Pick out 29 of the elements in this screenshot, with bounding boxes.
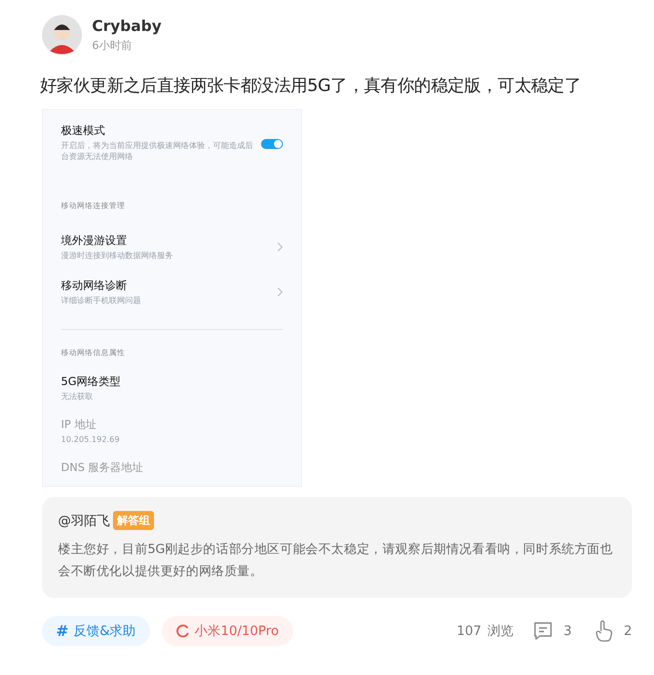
tag-label: 小米10/10Pro bbox=[194, 623, 279, 640]
setting-value: 10.205.192.69 bbox=[61, 434, 121, 445]
author-name[interactable]: Crybaby bbox=[92, 17, 162, 35]
post-time: 6小时前 bbox=[92, 38, 133, 53]
hash-icon: # bbox=[56, 622, 69, 640]
settings-row[interactable]: 移动网络诊断 详细诊断手机联网问题 bbox=[61, 266, 283, 311]
refresh-icon bbox=[176, 624, 190, 638]
setting-value: 无法获取 bbox=[61, 391, 94, 402]
view-count: 107 bbox=[456, 624, 482, 638]
avatar bbox=[42, 15, 82, 55]
reply-text: 楼主您好，目前5G刚起步的话部分地区可能会不太稳定，请观察后期情况看看呐，同时系统方面也会不断优化以提供更好的网络质量。 bbox=[58, 540, 614, 580]
setting-description: 开启后，将为当前应用提供极速网络体验，可能造成后台资源无法使用网络 bbox=[61, 140, 253, 162]
comment-count[interactable]: 3 bbox=[563, 624, 572, 638]
setting-title: DNS 服务器地址 bbox=[61, 460, 144, 475]
mention-link[interactable]: @羽陌飞 bbox=[58, 512, 110, 530]
comment-icon bbox=[533, 621, 554, 641]
chevron-icon bbox=[277, 242, 283, 252]
setting-title: 极速模式 bbox=[61, 123, 106, 138]
toggle-switch[interactable] bbox=[261, 139, 283, 149]
like-count[interactable]: 2 bbox=[624, 624, 632, 638]
chevron-icon bbox=[277, 287, 283, 297]
role-badge: 解答组 bbox=[113, 511, 154, 530]
setting-title: 5G网络类型 bbox=[61, 374, 122, 389]
setting-title: IP 地址 bbox=[61, 417, 98, 432]
settings-row[interactable]: 境外漫游设置 漫游时连接到移动数据网络服务 bbox=[61, 221, 283, 266]
thumbs-up-icon bbox=[594, 620, 614, 642]
tag-label: 反馈&求助 bbox=[74, 623, 136, 640]
views-label: 浏览 bbox=[487, 623, 514, 640]
post-text: 好家伙更新之后直接两张卡都没法用5G了，真有你的稳定版，可太稳定了 bbox=[40, 75, 582, 97]
